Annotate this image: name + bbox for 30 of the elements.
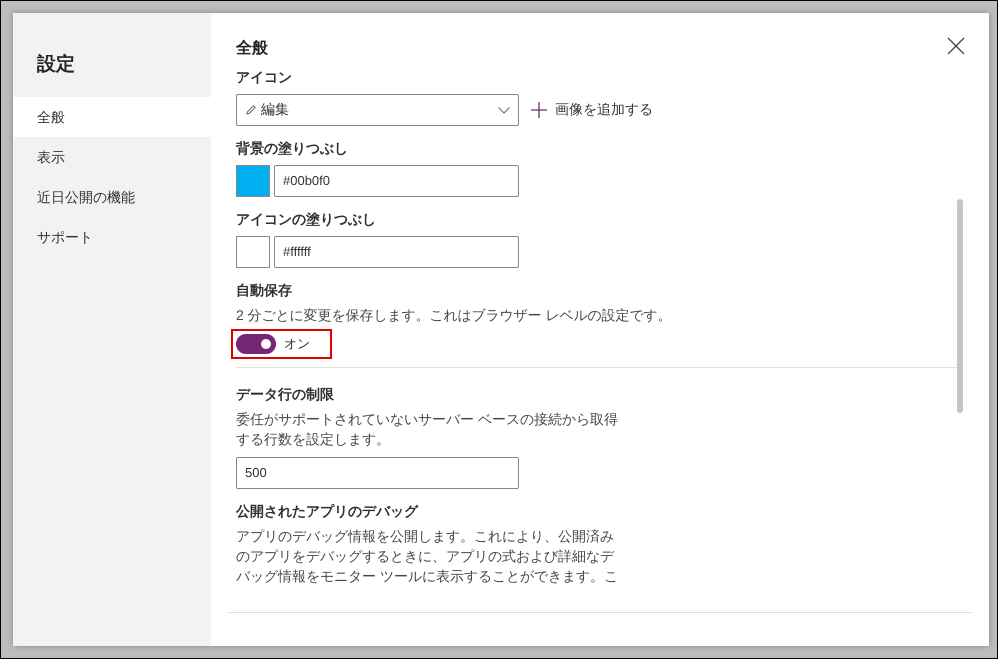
color-input-field[interactable]: #00b0f0: [274, 165, 519, 197]
chevron-down-icon: [498, 106, 510, 114]
setting-label: 公開されたアプリのデバッグ: [236, 503, 420, 521]
color-input-field[interactable]: #ffffff: [274, 236, 519, 268]
sidebar-item[interactable]: 全般: [13, 97, 211, 137]
scrollbar[interactable]: [957, 199, 963, 413]
row-limit-input-field[interactable]: 500: [236, 457, 519, 489]
toggle-switch[interactable]: [236, 334, 276, 354]
setting-label: アイコン: [236, 69, 293, 87]
setting-description: 2 分ごとに変更を保存します。これはブラウザー レベルの設定です。: [236, 306, 673, 325]
sidebar-item[interactable]: 近日公開の機能: [13, 177, 211, 217]
section-title: 全般: [236, 38, 269, 59]
color-swatch[interactable]: [236, 236, 270, 268]
setting-label: データ行の制限: [236, 386, 335, 404]
plus-icon: [531, 102, 547, 118]
color-swatch[interactable]: [236, 165, 270, 197]
sidebar-title: 設定: [36, 52, 76, 77]
setting-label: 自動保存: [236, 282, 293, 300]
setting-label: 背景の塗りつぶし: [236, 140, 349, 158]
setting-description: 委任がサポートされていないサーバー ベースの接続から取得 する行数を設定します。: [236, 410, 619, 449]
pencil-icon: [245, 104, 257, 116]
close-icon[interactable]: [947, 37, 965, 55]
sidebar-item[interactable]: 表示: [13, 137, 211, 177]
dropdown-value: 編集: [261, 101, 290, 119]
setting-label: アイコンの塗りつぶし: [236, 211, 377, 229]
add-image-button[interactable]: 画像を追加する: [531, 101, 653, 119]
sidebar-item[interactable]: サポート: [13, 217, 211, 257]
toggle-state-label: オン: [284, 335, 310, 353]
setting-description: アプリのデバッグ情報を公開します。これにより、公開済み のアプリをデバッグするときに、アプリの式および詳細なデ バッグ情報をモニター ツールに表示することができます。こ: [236, 527, 619, 586]
icon-dropdown[interactable]: 編集: [236, 94, 519, 126]
